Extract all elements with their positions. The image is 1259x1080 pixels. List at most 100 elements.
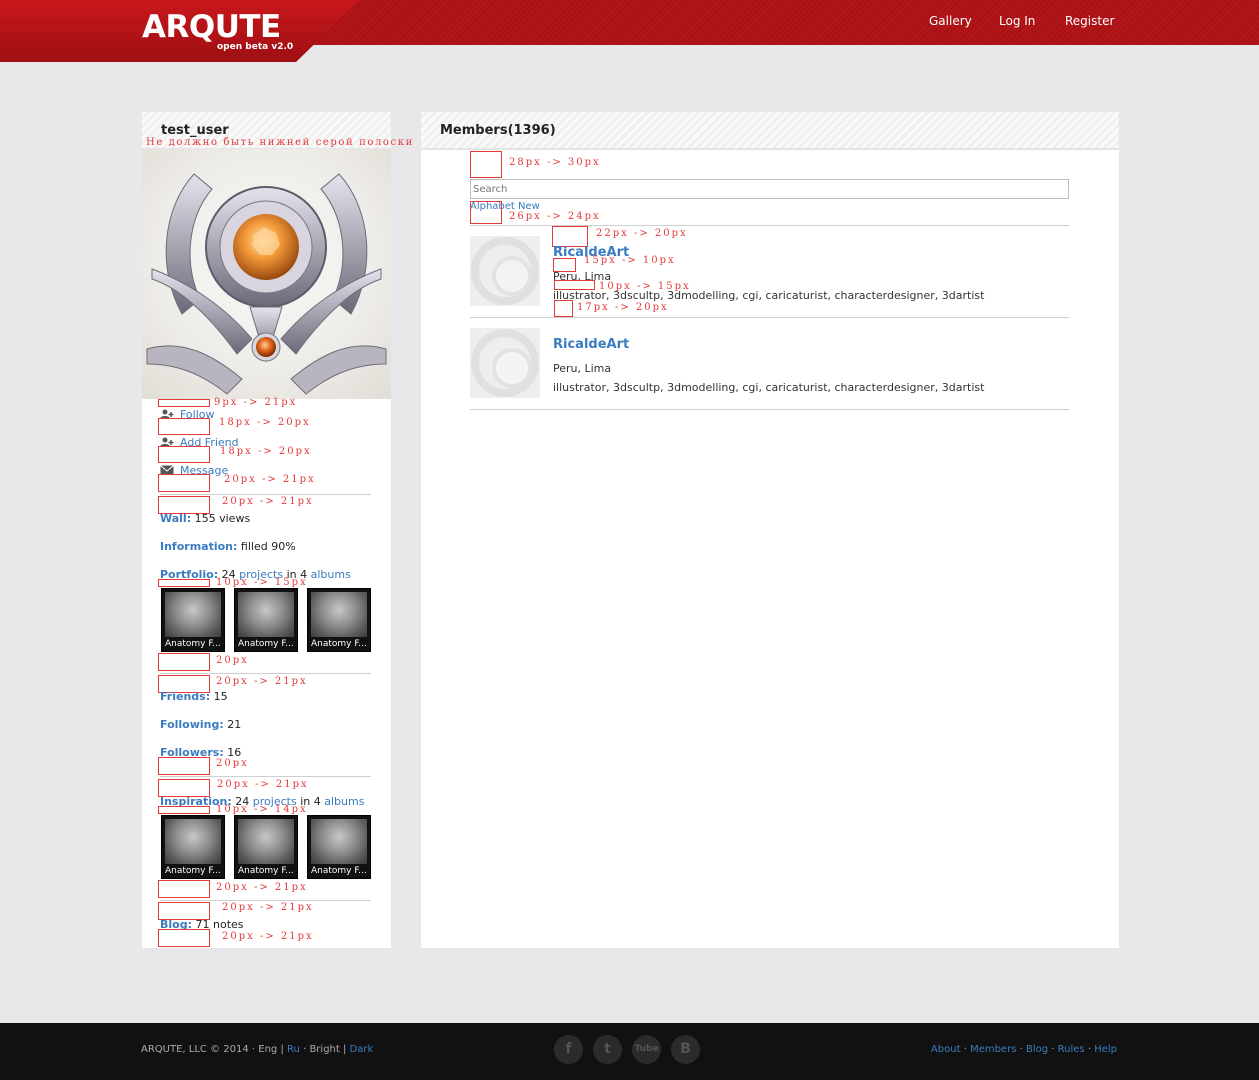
following-count: 21 — [227, 718, 242, 731]
member-tags: illustrator, 3dscultp, 3dmodelling, cgi,… — [553, 381, 985, 394]
copyright: ARQUTE, LLC © 2014 — [141, 1044, 249, 1055]
spacing-marker — [158, 399, 210, 407]
facebook-icon[interactable]: f — [554, 1035, 583, 1064]
members-title: Members(1396) — [440, 123, 556, 138]
portfolio-thumbnail[interactable]: Anatomy F... — [234, 588, 298, 652]
wall-count: 155 — [194, 512, 216, 525]
members-panel: Members(1396) 28px -> 30px Alphabet New … — [421, 112, 1119, 948]
profile-username: test_user — [161, 123, 229, 138]
youtube-icon[interactable]: Tube — [632, 1035, 661, 1064]
divider — [160, 673, 371, 674]
friends-count: 15 — [213, 690, 228, 703]
separator-pipe: | — [280, 1044, 284, 1055]
site-logo-subtitle: open beta v2.0 — [217, 42, 294, 52]
spacing-annotation: 15px -> 10px — [584, 255, 676, 266]
footer-blog-link[interactable]: Blog — [1026, 1044, 1048, 1055]
spacing-annotation: 10px -> 14px — [216, 804, 308, 815]
site-header: ARQUTE open beta v2.0 Gallery Log In Reg… — [0, 0, 1259, 62]
thumbnail-caption: Anatomy F... — [165, 866, 221, 876]
footer-help-link[interactable]: Help — [1094, 1044, 1117, 1055]
thumbnail-caption: Anatomy F... — [311, 866, 367, 876]
spacing-marker — [158, 446, 210, 463]
vk-icon[interactable]: B — [671, 1035, 700, 1064]
spacing-annotation: 17px -> 20px — [577, 302, 669, 313]
footer-rules-link[interactable]: Rules — [1058, 1044, 1085, 1055]
lang-eng: Eng — [258, 1044, 278, 1055]
spacing-marker — [158, 757, 210, 775]
spacing-marker — [158, 418, 210, 435]
wall-stat: Wall: 155 views — [160, 512, 250, 525]
inspiration-thumbnail[interactable]: Anatomy F... — [307, 815, 371, 879]
profile-sidebar: test_user Не должно быть нижней серой по… — [142, 112, 412, 948]
separator-dot: · — [1087, 1044, 1091, 1055]
inspiration-thumbnail[interactable]: Anatomy F... — [234, 815, 298, 879]
divider — [160, 900, 371, 901]
information-value: filled 90% — [240, 540, 296, 553]
inspiration-albums-link[interactable]: albums — [324, 795, 364, 808]
spacing-marker — [554, 300, 573, 317]
separator-dot: · — [1051, 1044, 1055, 1055]
thumbnail-caption: Anatomy F... — [311, 639, 367, 649]
portfolio-albums-link[interactable]: albums — [311, 568, 351, 581]
spacing-marker — [158, 474, 210, 492]
site-footer: ARQUTE, LLC © 2014 · Eng | Ru · Bright |… — [0, 1023, 1259, 1080]
thumbnail-image — [165, 819, 221, 864]
spacing-annotation: 10px -> 15px — [216, 577, 308, 588]
inspiration-thumbnail[interactable]: Anatomy F... — [161, 815, 225, 879]
spacing-marker — [158, 579, 210, 587]
blog-suffix: notes — [213, 918, 244, 931]
spacing-annotation: 20px -> 21px — [216, 676, 308, 687]
portfolio-thumbnail[interactable]: Anatomy F... — [307, 588, 371, 652]
twitter-icon[interactable]: t — [593, 1035, 622, 1064]
nav-gallery[interactable]: Gallery — [929, 14, 972, 28]
separator-pipe: | — [342, 1044, 347, 1055]
spacing-annotation: 20px -> 21px — [222, 496, 314, 507]
member-avatar[interactable] — [470, 236, 540, 306]
information-link[interactable]: Information: — [160, 540, 237, 553]
member-avatar[interactable] — [470, 328, 540, 398]
site-logo[interactable]: ARQUTE — [142, 10, 281, 44]
following-link[interactable]: Following: — [160, 718, 224, 731]
lang-ru-link[interactable]: Ru — [287, 1044, 300, 1055]
spacing-marker — [552, 226, 588, 247]
spacing-marker — [158, 653, 210, 671]
separator-dot: · — [963, 1044, 967, 1055]
spacing-annotation: 20px -> 21px — [222, 902, 314, 913]
nav-login[interactable]: Log In — [999, 14, 1035, 28]
separator-dot: · — [1019, 1044, 1023, 1055]
friends-stat: Friends: 15 — [160, 690, 228, 703]
separator-dot: · — [303, 1044, 307, 1055]
friends-link[interactable]: Friends: — [160, 690, 210, 703]
member-name-link[interactable]: RicaldeArt — [553, 337, 629, 352]
footer-links: About · Members · Blog · Rules · Help — [931, 1044, 1117, 1055]
wall-suffix: views — [219, 512, 251, 525]
spacing-annotation: 20px -> 21px — [224, 474, 316, 485]
thumbnail-image — [311, 592, 367, 637]
nav-register[interactable]: Register — [1065, 14, 1114, 28]
spacing-marker — [158, 806, 210, 814]
thumbnail-caption: Anatomy F... — [238, 639, 294, 649]
footer-about-link[interactable]: About — [931, 1044, 961, 1055]
spacing-marker — [158, 929, 210, 947]
portfolio-thumbnail[interactable]: Anatomy F... — [161, 588, 225, 652]
footer-left: ARQUTE, LLC © 2014 · Eng | Ru · Bright |… — [141, 1044, 373, 1055]
spacing-annotation: 20px -> 21px — [222, 931, 314, 942]
member-search-input[interactable] — [470, 179, 1069, 199]
theme-dark-link[interactable]: Dark — [350, 1044, 374, 1055]
spacing-marker — [470, 201, 502, 224]
wall-link[interactable]: Wall: — [160, 512, 191, 525]
thumbnail-image — [165, 592, 221, 637]
thumbnail-image — [311, 819, 367, 864]
thumbnail-image — [238, 592, 294, 637]
spacing-annotation: 26px -> 24px — [509, 211, 601, 222]
inspiration-albums-count: 4 — [313, 795, 321, 808]
footer-members-link[interactable]: Members — [970, 1044, 1016, 1055]
spacing-annotation: 18px -> 20px — [220, 446, 312, 457]
spacing-marker — [470, 151, 502, 178]
divider — [160, 494, 371, 495]
profile-avatar — [142, 149, 391, 399]
separator-dot: · — [251, 1044, 256, 1055]
spacing-annotation: 28px -> 30px — [509, 157, 601, 168]
thumbnail-caption: Anatomy F... — [165, 639, 221, 649]
spacing-annotation: 20px -> 21px — [217, 779, 309, 790]
